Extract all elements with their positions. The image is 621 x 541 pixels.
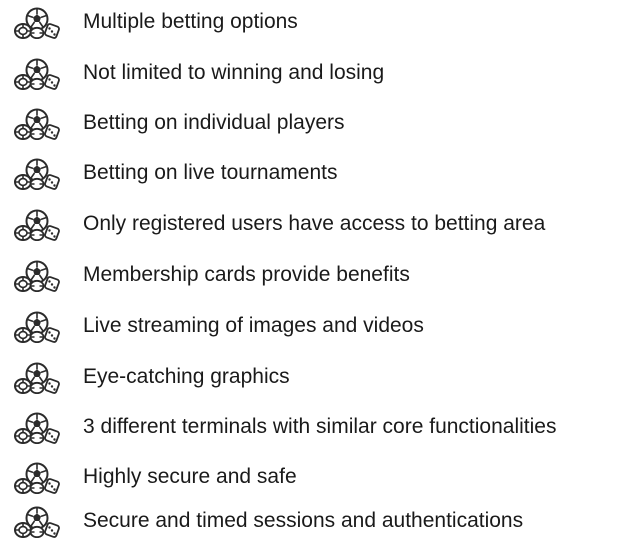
list-item: Betting on live tournaments	[0, 153, 621, 193]
feature-label: Betting on individual players	[83, 111, 345, 134]
soccer-ball-with-chips-and-dice-icon	[13, 362, 63, 394]
list-item: Not limited to winning and losing	[0, 53, 621, 93]
soccer-ball-with-chips-and-dice-icon	[13, 58, 63, 90]
feature-label: Eye-catching graphics	[83, 365, 290, 388]
soccer-ball-with-chips-and-dice-icon	[13, 311, 63, 343]
soccer-ball-with-chips-and-dice-icon	[13, 260, 63, 292]
soccer-ball-with-chips-and-dice-icon	[13, 209, 63, 241]
soccer-ball-with-chips-and-dice-icon	[13, 462, 63, 494]
feature-label: Not limited to winning and losing	[83, 61, 385, 84]
list-item: Live streaming of images and videos	[0, 306, 621, 346]
soccer-ball-with-chips-and-dice-icon	[13, 158, 63, 190]
feature-label: Secure and timed sessions and authentica…	[83, 509, 524, 532]
list-item: Highly secure and safe	[0, 457, 621, 497]
feature-label: Betting on live tournaments	[83, 161, 338, 184]
soccer-ball-with-chips-and-dice-icon	[13, 7, 63, 39]
list-item: 3 different terminals with similar core …	[0, 407, 621, 447]
feature-label: Live streaming of images and videos	[83, 314, 424, 337]
list-item: Eye-catching graphics	[0, 357, 621, 397]
list-item: Membership cards provide benefits	[0, 255, 621, 295]
list-item: Only registered users have access to bet…	[0, 204, 621, 244]
feature-label: Only registered users have access to bet…	[83, 212, 546, 235]
list-item: Multiple betting options	[0, 2, 621, 42]
soccer-ball-with-chips-and-dice-icon	[13, 506, 63, 538]
list-item: Secure and timed sessions and authentica…	[0, 501, 621, 541]
feature-label: 3 different terminals with similar core …	[83, 415, 557, 438]
list-item: Betting on individual players	[0, 103, 621, 143]
feature-label: Membership cards provide benefits	[83, 263, 410, 286]
soccer-ball-with-chips-and-dice-icon	[13, 412, 63, 444]
feature-label: Multiple betting options	[83, 10, 298, 33]
soccer-ball-with-chips-and-dice-icon	[13, 108, 63, 140]
feature-label: Highly secure and safe	[83, 465, 297, 488]
